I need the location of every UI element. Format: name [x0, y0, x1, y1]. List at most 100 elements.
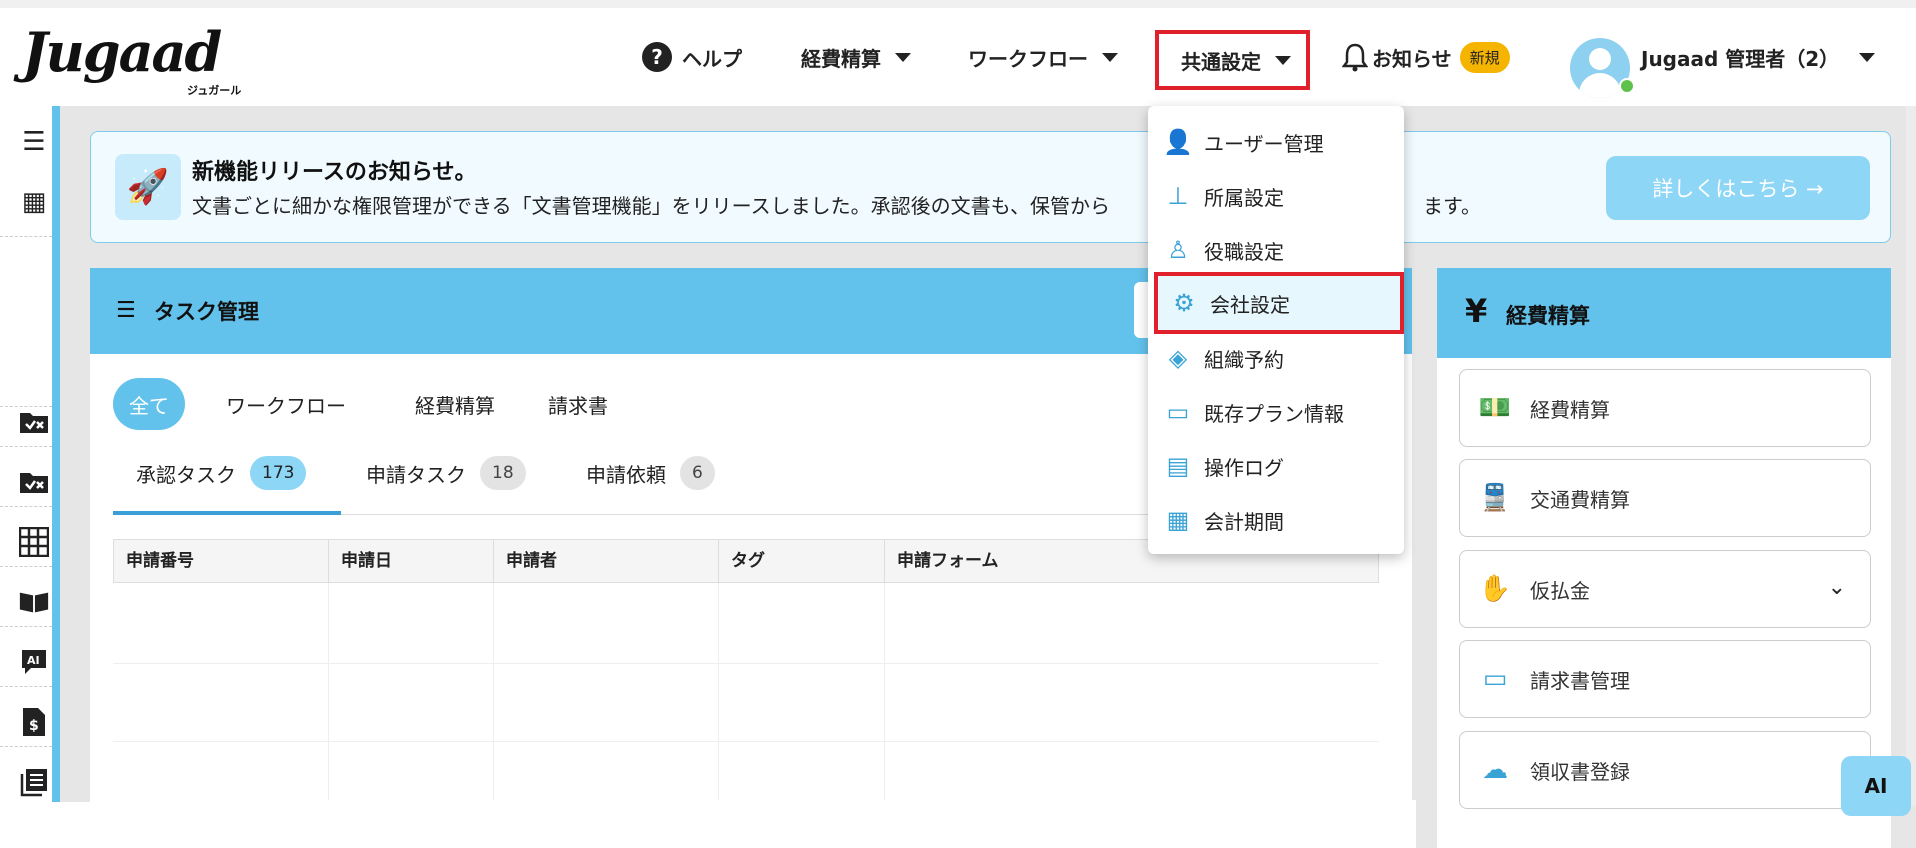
- invoice-dollar-icon[interactable]: $: [18, 706, 50, 738]
- caret-down-icon: [895, 52, 911, 62]
- person-pin-icon: ♙: [1167, 236, 1189, 264]
- filter-invoice[interactable]: 請求書: [532, 378, 624, 430]
- svg-text:AI: AI: [27, 654, 40, 667]
- sidebar-divider: [0, 626, 52, 627]
- tab-count-badge: 6: [680, 456, 715, 490]
- expense-item-label: 仮払金: [1530, 578, 1590, 603]
- filter-workflow[interactable]: ワークフロー: [210, 378, 362, 430]
- expense-item-invoice[interactable]: ▭ 請求書管理: [1459, 640, 1871, 718]
- menu-item-label: ユーザー管理: [1204, 131, 1324, 156]
- rocket-icon: 🚀: [115, 154, 181, 220]
- logo-text: Jugaad: [22, 20, 222, 84]
- caret-down-icon: [1859, 52, 1876, 62]
- menu-item-operation-log[interactable]: ▤ 操作ログ: [1152, 440, 1400, 492]
- expense-panel-title: 経費精算: [1506, 304, 1590, 328]
- nav-expense-label: 経費精算: [801, 46, 881, 71]
- nav-expense-menu[interactable]: 経費精算: [801, 8, 911, 106]
- sidebar-divider: [0, 566, 52, 567]
- expense-item-advance[interactable]: ✋ 仮払金 ⌄: [1459, 550, 1871, 628]
- folder-check-icon[interactable]: [18, 466, 50, 498]
- bell-icon: [1342, 43, 1368, 72]
- top-header: Jugaad ジュガール ? ヘルプ 経費精算 ワークフロー 共通設定 お知らせ…: [0, 0, 1916, 106]
- menu-toggle-icon[interactable]: ☰: [18, 126, 50, 158]
- train-icon: 🚆: [1478, 483, 1512, 513]
- expense-item-expense[interactable]: 💵 経費精算: [1459, 369, 1871, 447]
- ai-assistant-button[interactable]: AI: [1841, 756, 1911, 816]
- footer-area: [0, 802, 116, 848]
- expense-item-label: 経費精算: [1530, 397, 1610, 422]
- nav-workflow-label: ワークフロー: [968, 46, 1088, 71]
- tab-count-badge: 173: [250, 456, 307, 490]
- money-icon: 💵: [1478, 393, 1512, 423]
- expense-item-label: 領収書登録: [1530, 759, 1630, 784]
- yen-icon: ¥: [1465, 292, 1488, 330]
- expense-item-receipt[interactable]: ☁ 領収書登録: [1459, 731, 1871, 809]
- card-icon: ▭: [1166, 398, 1190, 426]
- menu-item-organization-reservation[interactable]: ◈ 組織予約: [1152, 332, 1400, 384]
- tab-label: 申請タスク: [366, 462, 466, 487]
- release-notice-banner: 🚀 新機能リリースのお知らせ。 文書ごとに細かな権限管理ができる「文書管理機能」…: [90, 131, 1891, 243]
- avatar-head: [1589, 48, 1611, 70]
- grid-icon[interactable]: [18, 526, 50, 558]
- menu-item-label: 既存プラン情報: [1204, 401, 1344, 426]
- details-button[interactable]: 詳しくはこちら →: [1606, 156, 1870, 220]
- active-tab-indicator: [113, 511, 341, 515]
- user-menu[interactable]: Jugaad 管理者（2）: [1641, 8, 1876, 106]
- ai-chat-icon[interactable]: AI: [18, 646, 50, 678]
- expense-item-transport[interactable]: 🚆 交通費精算: [1459, 459, 1871, 537]
- task-panel-title: タスク管理: [154, 300, 259, 324]
- menu-item-department-settings[interactable]: ⊥ 所属設定: [1152, 170, 1400, 222]
- nav-workflow-menu[interactable]: ワークフロー: [968, 8, 1118, 106]
- tab-application-requests[interactable]: 申請依頼 6: [586, 456, 715, 490]
- layers-icon: ◈: [1168, 344, 1188, 372]
- footer-area: [116, 800, 1416, 848]
- scrollbar[interactable]: [1906, 106, 1916, 806]
- sidebar-divider: [0, 446, 52, 447]
- avatar-body: [1579, 73, 1621, 98]
- documents-icon[interactable]: [18, 766, 50, 798]
- folder-check-icon[interactable]: [18, 406, 50, 438]
- online-status-dot: [1619, 78, 1635, 94]
- filter-expense[interactable]: 経費精算: [399, 378, 511, 430]
- column-header[interactable]: タグ: [719, 540, 885, 582]
- tab-application-tasks[interactable]: 申請タスク 18: [366, 456, 526, 490]
- sidebar-divider: [0, 506, 52, 507]
- sidebar-divider: [0, 236, 52, 237]
- svg-text:$: $: [29, 718, 39, 734]
- logo-subtext: ジュガール: [187, 84, 242, 97]
- row-divider: [113, 663, 1379, 664]
- menu-item-label: 組織予約: [1204, 347, 1284, 372]
- filter-all[interactable]: 全て: [113, 378, 185, 430]
- menu-item-label: 会計期間: [1204, 509, 1284, 534]
- book-icon[interactable]: [18, 586, 50, 618]
- help-label: ヘルプ: [682, 46, 742, 71]
- help-icon: ?: [642, 42, 672, 72]
- column-header[interactable]: 申請番号: [114, 540, 329, 582]
- sidebar-divider: [0, 686, 52, 687]
- expense-item-label: 交通費精算: [1530, 487, 1630, 512]
- tab-approval-tasks[interactable]: 承認タスク 173: [136, 456, 307, 490]
- logo[interactable]: Jugaad ジュガール: [22, 20, 241, 97]
- building-icon[interactable]: ▦: [18, 186, 50, 218]
- menu-item-position-settings[interactable]: ♙ 役職設定: [1152, 224, 1400, 276]
- menu-item-company-settings[interactable]: ⚙ 会社設定: [1154, 272, 1404, 334]
- menu-item-label: 所属設定: [1204, 185, 1284, 210]
- nav-common-label: 共通設定: [1181, 49, 1261, 74]
- common-settings-dropdown: 👤 ユーザー管理 ⊥ 所属設定 ♙ 役職設定 ⚙ 会社設定 ◈ 組織予約 ▭ 既…: [1148, 106, 1404, 554]
- menu-item-label: 会社設定: [1210, 292, 1290, 317]
- column-header[interactable]: 申請者: [494, 540, 719, 582]
- cloud-upload-icon: ☁: [1482, 755, 1508, 785]
- menu-item-label: 操作ログ: [1204, 455, 1284, 480]
- column-header[interactable]: 申請日: [329, 540, 494, 582]
- expense-panel: ¥ 経費精算 💵 経費精算 🚆 交通費精算 ✋ 仮払金 ⌄ ▭ 請求書管理 ☁ …: [1437, 268, 1891, 848]
- help-link[interactable]: ? ヘルプ: [642, 8, 742, 106]
- nav-common-settings-menu[interactable]: 共通設定: [1155, 30, 1310, 90]
- notice-title: 新機能リリースのお知らせ。: [192, 160, 477, 185]
- expense-panel-header: ¥ 経費精算: [1437, 268, 1891, 358]
- menu-item-plan-info[interactable]: ▭ 既存プラン情報: [1152, 386, 1400, 438]
- notifications-link[interactable]: お知らせ 新規: [1342, 8, 1510, 106]
- menu-item-user-management[interactable]: 👤 ユーザー管理: [1152, 116, 1400, 168]
- tab-label: 申請依頼: [586, 462, 666, 487]
- menu-item-accounting-period[interactable]: ▦ 会計期間: [1152, 494, 1400, 546]
- left-sidebar: ☰ ▦ AI $: [0, 106, 60, 802]
